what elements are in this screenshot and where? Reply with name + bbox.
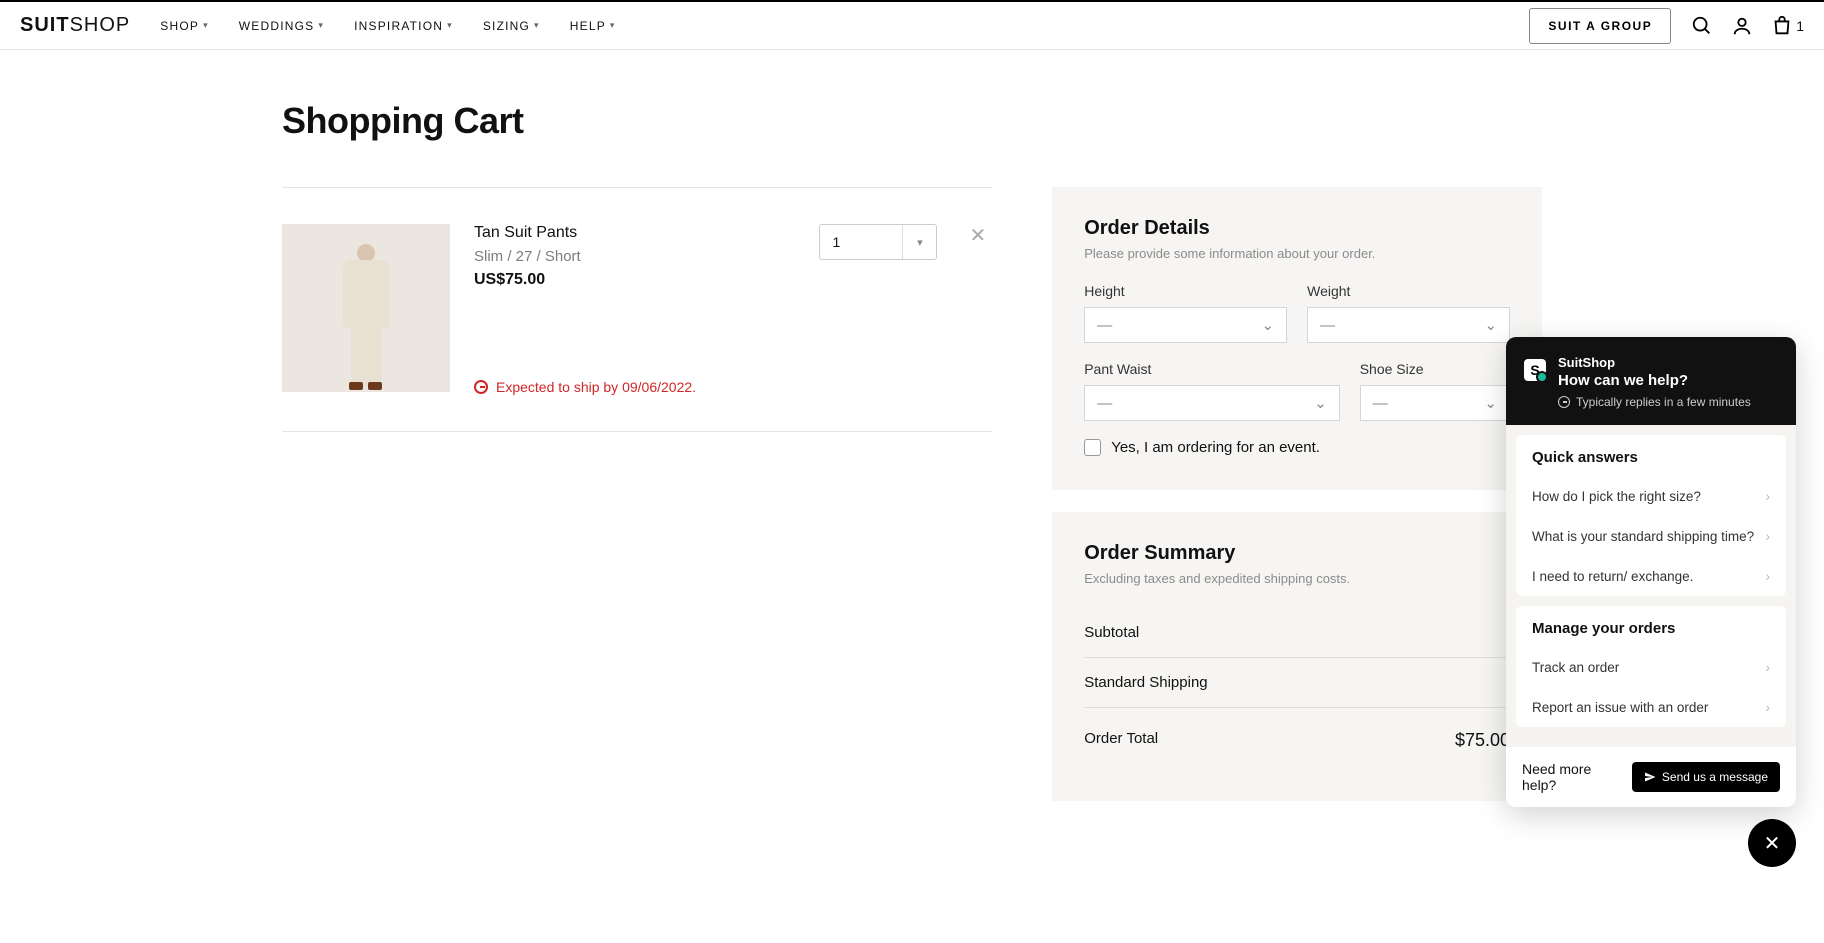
product-thumbnail[interactable] [282,224,450,392]
item-variant: Slim / 27 / Short [474,248,795,265]
remove-item-button[interactable]: ✕ [963,224,992,395]
account-icon[interactable] [1731,15,1753,37]
send-icon [1644,771,1656,783]
cart-items: Tan Suit Pants Slim / 27 / Short US$75.0… [282,187,992,432]
chat-greeting: How can we help? [1558,372,1751,389]
track-order[interactable]: Track an order› [1516,647,1786,687]
quick-answer-return[interactable]: I need to return/ exchange.› [1516,556,1786,596]
chevron-right-icon: › [1765,659,1770,675]
cart-count: 1 [1796,18,1804,34]
chevron-down-icon: ▾ [610,20,616,31]
ship-note: Expected to ship by 09/06/2022. [474,379,795,395]
order-summary-sub: Excluding taxes and expedited shipping c… [1084,571,1510,586]
nav-shop[interactable]: SHOP▾ [160,19,209,33]
weight-label: Weight [1307,283,1510,299]
chevron-down-icon: ▾ [534,20,540,31]
chat-reply-time: Typically replies in a few minutes [1558,395,1751,409]
chevron-down-icon: ▾ [318,20,324,31]
total-row: Order Total$75.00 [1084,708,1510,767]
quick-answers-title: Quick answers [1516,435,1786,476]
nav-weddings[interactable]: WEDDINGS▾ [239,19,324,33]
event-label: Yes, I am ordering for an event. [1111,439,1320,456]
chevron-down-icon: ▾ [902,225,936,259]
chevron-down-icon: ⌄ [1484,394,1497,412]
item-price: US$75.00 [474,271,795,289]
order-summary-title: Order Summary [1084,542,1510,565]
quick-answer-size[interactable]: How do I pick the right size?› [1516,476,1786,516]
subtotal-row: Subtotal [1084,608,1510,658]
cart-row: Tan Suit Pants Slim / 27 / Short US$75.0… [282,188,992,432]
chevron-down-icon: ⌄ [1314,394,1327,412]
nav-sizing[interactable]: SIZING▾ [483,19,540,33]
chevron-right-icon: › [1765,568,1770,584]
chevron-down-icon: ⌄ [1262,316,1275,334]
top-nav: SUITSHOP SHOP▾ WEDDINGS▾ INSPIRATION▾ SI… [0,0,1824,50]
nav-inspiration[interactable]: INSPIRATION▾ [354,19,453,33]
quick-answer-shipping[interactable]: What is your standard shipping time?› [1516,516,1786,556]
search-icon[interactable] [1691,15,1713,37]
manage-orders-card: Manage your orders Track an order› Repor… [1516,606,1786,727]
quantity-select[interactable]: 1 ▾ [819,224,937,260]
chevron-right-icon: › [1765,488,1770,504]
logo[interactable]: SUITSHOP [20,14,130,37]
shoe-size-select[interactable]: —⌄ [1360,385,1510,421]
chevron-right-icon: › [1765,699,1770,715]
order-details-sub: Please provide some information about yo… [1084,246,1510,261]
manage-orders-title: Manage your orders [1516,606,1786,647]
height-select[interactable]: —⌄ [1084,307,1287,343]
chat-close-button[interactable]: ✕ [1748,819,1796,867]
cart-icon[interactable]: 1 [1771,15,1804,37]
pant-waist-select[interactable]: —⌄ [1084,385,1340,421]
shipping-row: Standard Shipping [1084,658,1510,708]
chat-brand-icon: S [1524,359,1546,381]
order-summary-panel: Order Summary Excluding taxes and expedi… [1052,512,1542,801]
quick-answers-card: Quick answers How do I pick the right si… [1516,435,1786,596]
chat-brand: SuitShop [1558,355,1751,370]
event-checkbox[interactable] [1084,439,1101,456]
shoe-size-label: Shoe Size [1360,361,1510,377]
order-details-panel: Order Details Please provide some inform… [1052,187,1542,490]
order-details-title: Order Details [1084,217,1510,240]
chat-header: S SuitShop How can we help? Typically re… [1506,337,1796,425]
clock-icon [474,380,488,394]
chevron-right-icon: › [1765,528,1770,544]
clock-icon [1558,396,1570,408]
send-message-button[interactable]: Send us a message [1632,762,1780,792]
need-more-help: Need more help? [1522,761,1620,793]
item-name: Tan Suit Pants [474,224,795,242]
nav-help[interactable]: HELP▾ [570,19,616,33]
pant-waist-label: Pant Waist [1084,361,1340,377]
chevron-down-icon: ▾ [203,20,209,31]
suit-a-group-button[interactable]: SUIT A GROUP [1529,8,1671,44]
report-issue[interactable]: Report an issue with an order› [1516,687,1786,727]
page-title: Shopping Cart [282,100,1542,142]
chevron-down-icon: ⌄ [1484,316,1497,334]
chevron-down-icon: ▾ [447,20,453,31]
chat-widget: S SuitShop How can we help? Typically re… [1506,337,1796,807]
main-nav: SHOP▾ WEDDINGS▾ INSPIRATION▾ SIZING▾ HEL… [160,19,615,33]
weight-select[interactable]: —⌄ [1307,307,1510,343]
quantity-value: 1 [820,234,902,250]
chat-footer: Need more help? Send us a message [1506,747,1796,807]
height-label: Height [1084,283,1287,299]
